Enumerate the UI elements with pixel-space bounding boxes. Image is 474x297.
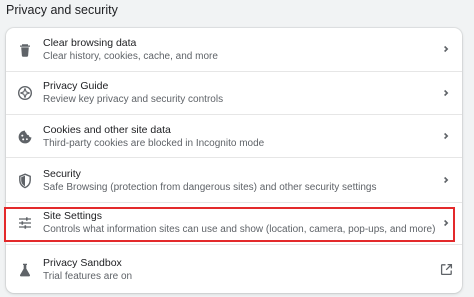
row-description: Clear history, cookies, cache, and more: [43, 51, 218, 62]
row-title: Cookies and other site data: [43, 124, 171, 136]
chevron-right-icon: [440, 43, 452, 55]
row-title: Site Settings: [43, 210, 102, 222]
row-privacy-guide[interactable]: Privacy Guide Review key privacy and sec…: [6, 71, 462, 114]
trash-icon: [17, 42, 33, 58]
chevron-right-icon: [440, 130, 452, 142]
row-description: Review key privacy and security controls: [43, 94, 224, 105]
row-clear-browsing-data[interactable]: Clear browsing data Clear history, cooki…: [6, 28, 462, 71]
row-description: Third-party cookies are blocked in Incog…: [43, 138, 265, 149]
row-description: Safe Browsing (protection from dangerous…: [43, 182, 377, 193]
cookie-icon: [17, 129, 33, 145]
row-title: Privacy Guide: [43, 80, 109, 92]
row-cookies-site-data[interactable]: Cookies and other site data Third-party …: [6, 114, 462, 157]
chevron-right-icon: [440, 217, 452, 229]
chevron-right-icon: [440, 87, 452, 99]
row-privacy-sandbox[interactable]: Privacy Sandbox Trial features are on: [6, 244, 462, 293]
section-title: Privacy and security: [6, 3, 118, 17]
compass-icon: [17, 85, 33, 101]
shield-icon: [17, 173, 33, 189]
row-site-settings[interactable]: Site Settings Controls what information …: [6, 202, 462, 244]
row-description: Controls what information sites can use …: [43, 224, 436, 235]
flask-icon: [17, 262, 33, 278]
tune-icon: [17, 215, 33, 231]
row-title: Privacy Sandbox: [43, 257, 122, 269]
row-description: Trial features are on: [43, 271, 133, 282]
row-security[interactable]: Security Safe Browsing (protection from …: [6, 157, 462, 202]
chevron-right-icon: [440, 174, 452, 186]
row-title: Security: [43, 168, 81, 180]
external-link-icon[interactable]: [440, 263, 453, 276]
row-title: Clear browsing data: [43, 37, 137, 49]
privacy-security-card: Clear browsing data Clear history, cooki…: [6, 28, 462, 293]
